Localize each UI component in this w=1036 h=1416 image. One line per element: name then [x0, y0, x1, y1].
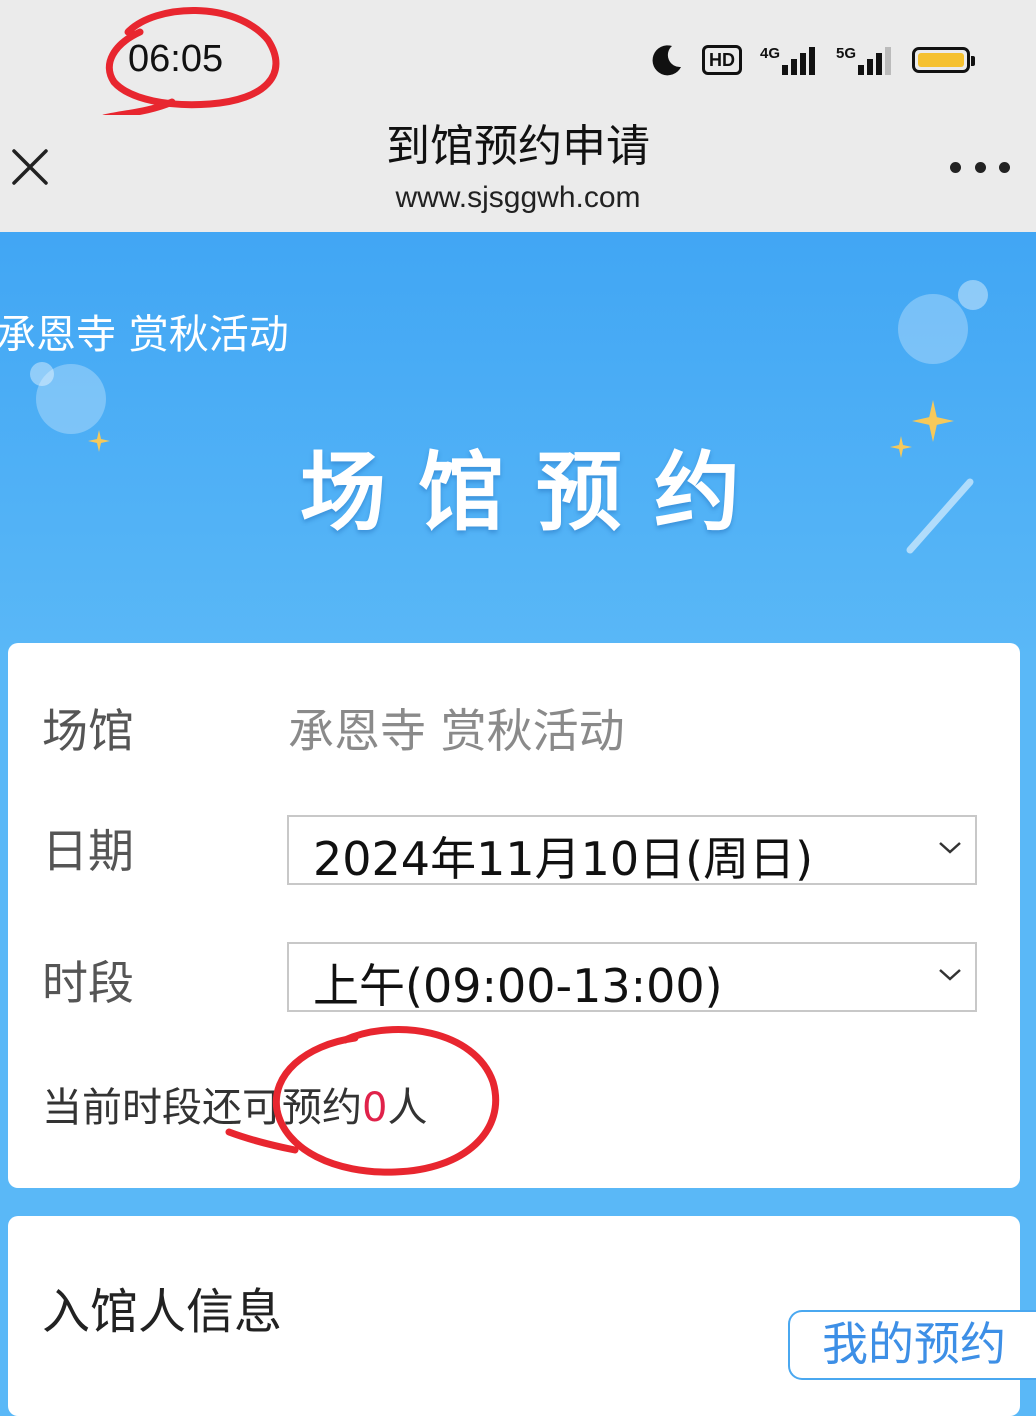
my-booking-button[interactable]: 我的预约: [788, 1310, 1036, 1380]
banner-venue: 承恩寺 赏秋活动: [0, 312, 289, 358]
signal-4g-icon: 4G: [760, 45, 818, 75]
more-menu-icon[interactable]: [950, 155, 1010, 179]
visitor-info-title: 入馆人信息: [42, 1284, 283, 1340]
chevron-down-icon: [939, 842, 961, 854]
red-circle-annotation: [100, 7, 280, 122]
time-slot-select[interactable]: 上午(09:00-13:00): [287, 942, 977, 1013]
venue-value: 承恩寺 赏秋活动: [288, 704, 625, 758]
status-icons: HD 4G 5G: [650, 36, 988, 84]
status-bar: 06:05 HD 4G 5G: [0, 0, 1036, 122]
nav-bar: 到馆预约申请 www.sjsggwh.com: [0, 115, 1036, 232]
sparkle-icon: [88, 430, 110, 452]
banner-title: 场馆预约: [300, 443, 772, 543]
sparkle-icon: [912, 400, 954, 442]
slot-label: 时段: [42, 956, 134, 1010]
battery-icon: [912, 47, 976, 73]
page-url: www.sjsggwh.com: [395, 181, 641, 214]
moon-icon: [650, 43, 684, 77]
time-slot-value: 上午(09:00-13:00): [313, 959, 723, 1013]
red-circle-annotation: [225, 1026, 500, 1176]
streak-decoration: [906, 478, 974, 554]
bubble-decoration: [958, 280, 988, 310]
date-label: 日期: [42, 824, 134, 878]
page-title: 到馆预约申请: [386, 121, 650, 172]
bubble-decoration: [30, 362, 54, 386]
date-select-value: 2024年11月10日(周日): [313, 832, 814, 886]
bubble-decoration: [898, 294, 968, 364]
banner: 承恩寺 赏秋活动 场馆预约: [0, 232, 1036, 662]
date-select[interactable]: 2024年11月10日(周日): [287, 815, 977, 886]
signal-5g-icon: 5G: [836, 45, 894, 75]
chevron-down-icon: [939, 969, 961, 981]
venue-label: 场馆: [42, 704, 134, 758]
sparkle-icon: [890, 436, 912, 458]
hd-icon: HD: [702, 45, 742, 75]
